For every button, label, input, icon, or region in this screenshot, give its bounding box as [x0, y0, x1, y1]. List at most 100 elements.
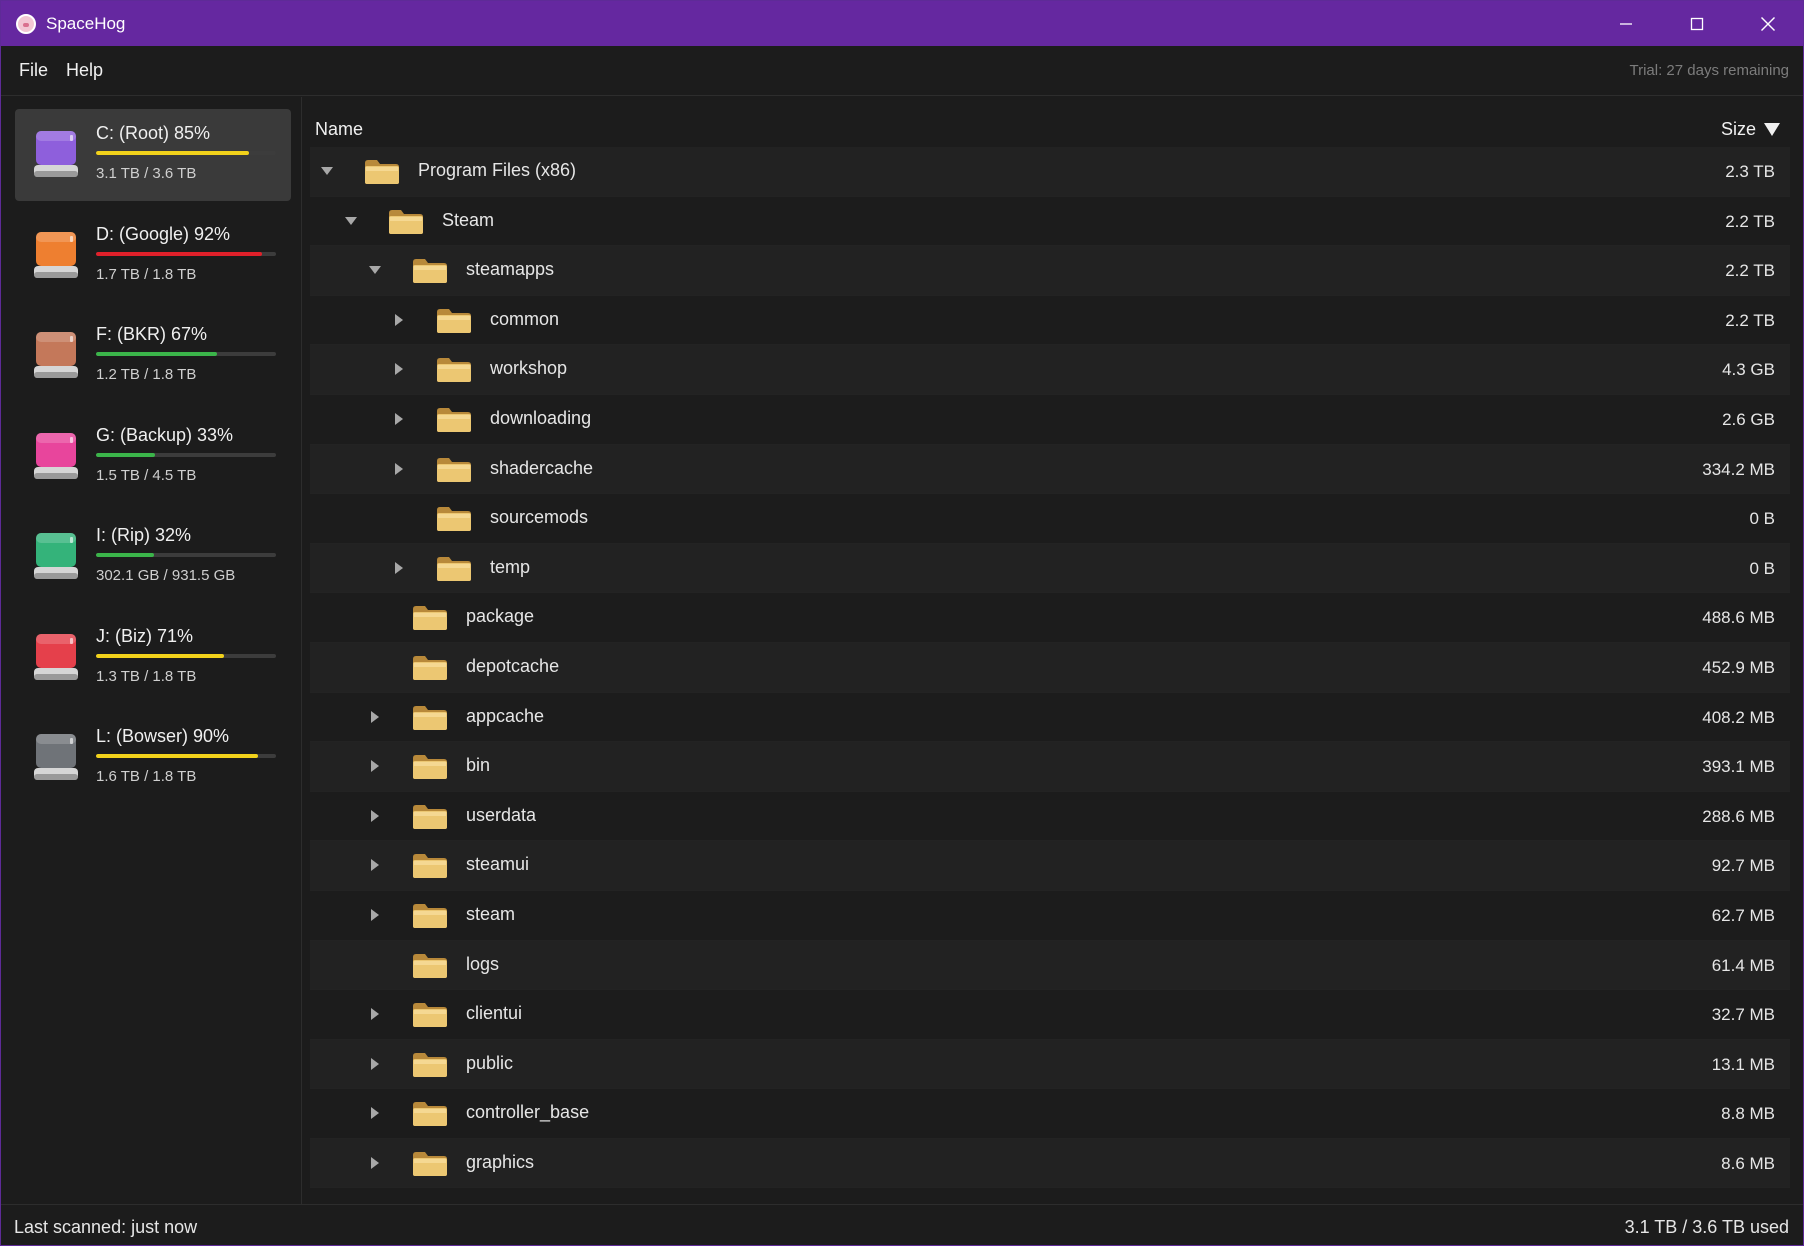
- drive-size: 302.1 GB / 931.5 GB: [96, 567, 236, 584]
- folder-name: common: [490, 308, 560, 329]
- drive-icon: [34, 332, 78, 378]
- expand-arrow-icon[interactable]: [368, 809, 382, 823]
- expand-arrow-icon[interactable]: [392, 362, 406, 376]
- folder-name: downloading: [490, 407, 592, 428]
- drive-usage-bar: [96, 151, 276, 155]
- tree-row[interactable]: sourcemods 0 B: [310, 494, 1790, 544]
- drive-usage-fill: [96, 251, 262, 256]
- minimize-button[interactable]: [1590, 1, 1661, 46]
- expand-arrow-icon[interactable]: [368, 1106, 382, 1120]
- folder-icon: [437, 556, 471, 581]
- tree-row[interactable]: steamapps 2.2 TB: [310, 246, 1790, 296]
- expand-arrow-icon[interactable]: [368, 710, 382, 724]
- tree-row[interactable]: steam 62.7 MB: [310, 891, 1790, 941]
- drive-list: C: (Root) 85% 3.1 TB / 3.6 TB D: (Google) …: [1, 97, 302, 1204]
- menu-file[interactable]: File: [17, 56, 50, 85]
- menu-help[interactable]: Help: [64, 56, 105, 85]
- folder-icon: [413, 705, 447, 730]
- drive-item[interactable]: F: (BKR) 67% 1.2 TB / 1.8 TB: [15, 310, 291, 402]
- expand-arrow-icon[interactable]: [368, 759, 382, 773]
- tree-row[interactable]: controller_base 8.8 MB: [310, 1089, 1790, 1139]
- drive-item[interactable]: I: (Rip) 32% 302.1 GB / 931.5 GB: [15, 511, 291, 603]
- close-button[interactable]: [1732, 1, 1803, 46]
- folder-icon: [413, 903, 447, 928]
- tree-row[interactable]: logs 61.4 MB: [310, 940, 1790, 991]
- folder-size: 2.6 GB: [1722, 409, 1775, 429]
- drive-item[interactable]: L: (Bowser) 90% 1.6 TB / 1.8 TB: [15, 712, 291, 804]
- drive-icon: [34, 231, 78, 278]
- folder-size: 8.8 MB: [1721, 1104, 1775, 1124]
- drive-item[interactable]: G: (Backup) 33% 1.5 TB / 4.5 TB: [15, 411, 291, 503]
- column-size-label: Size: [1720, 119, 1756, 139]
- collapse-arrow-icon[interactable]: [344, 214, 358, 228]
- tree-row[interactable]: package 488.6 MB: [310, 593, 1790, 643]
- tree-row[interactable]: depotcache 452.9 MB: [310, 642, 1790, 693]
- tree-row[interactable]: bin 393.1 MB: [310, 742, 1790, 792]
- drive-size: 1.6 TB / 1.8 TB: [96, 768, 197, 785]
- folder-name: shadercache: [490, 457, 594, 478]
- folder-icon: [413, 655, 447, 680]
- column-size-header[interactable]: Size: [1721, 119, 1780, 140]
- tree-row[interactable]: workshop 4.3 GB: [310, 345, 1790, 395]
- tree-row[interactable]: temp 0 B: [310, 543, 1790, 594]
- folder-name: temp: [490, 556, 531, 577]
- folder-size: 62.7 MB: [1711, 905, 1775, 925]
- tree-row[interactable]: shadercache 334.2 MB: [310, 444, 1790, 495]
- column-name-header[interactable]: Name: [315, 119, 363, 140]
- drive-usage-fill: [96, 754, 258, 758]
- folder-name: appcache: [466, 705, 545, 726]
- tree-row[interactable]: Steam 2.2 TB: [310, 197, 1790, 247]
- expand-arrow-icon[interactable]: [392, 462, 406, 476]
- close-icon: [1760, 16, 1775, 31]
- folder-icon: [413, 1052, 447, 1077]
- drive-item[interactable]: C: (Root) 85% 3.1 TB / 3.6 TB: [15, 109, 291, 201]
- folder-size: 288.6 MB: [1702, 806, 1775, 826]
- folder-size: 92.7 MB: [1711, 856, 1775, 876]
- tree-row[interactable]: steamui 92.7 MB: [310, 841, 1790, 891]
- app-window: SpaceHog File Help Trial: 27 days remain…: [0, 0, 1804, 1246]
- folder-icon: [437, 358, 471, 383]
- expand-arrow-icon[interactable]: [368, 908, 382, 922]
- last-scanned-text: Last scanned: just now: [14, 1217, 198, 1237]
- tree-row[interactable]: userdata 288.6 MB: [310, 792, 1790, 842]
- expand-arrow-icon[interactable]: [368, 1057, 382, 1071]
- tree-row[interactable]: Program Files (x86) 2.3 TB: [310, 147, 1790, 197]
- drive-size: 3.1 TB / 3.6 TB: [96, 165, 197, 182]
- collapse-arrow-icon[interactable]: [368, 263, 382, 277]
- folder-name: steamapps: [466, 259, 555, 280]
- drive-item[interactable]: D: (Google) 92% 1.7 TB / 1.8 TB: [15, 210, 291, 302]
- folder-icon: [413, 804, 447, 829]
- tree-row[interactable]: appcache 408.2 MB: [310, 693, 1790, 743]
- status-bar: Last scanned: just now 3.1 TB / 3.6 TB u…: [1, 1204, 1803, 1245]
- folder-size: 334.2 MB: [1702, 459, 1775, 479]
- title-bar[interactable]: SpaceHog: [1, 1, 1803, 46]
- expand-arrow-icon[interactable]: [368, 1156, 382, 1170]
- drive-item[interactable]: J: (Biz) 71% 1.3 TB / 1.8 TB: [15, 612, 291, 704]
- expand-arrow-icon[interactable]: [368, 1007, 382, 1021]
- trial-notice: Trial: 27 days remaining: [1629, 62, 1789, 79]
- expand-arrow-icon[interactable]: [392, 313, 406, 327]
- folder-size: 452.9 MB: [1702, 657, 1775, 677]
- tree-row[interactable]: graphics 8.6 MB: [310, 1138, 1790, 1189]
- folder-size: 393.1 MB: [1702, 757, 1775, 777]
- minimize-icon: [1619, 22, 1632, 25]
- folder-icon: [437, 308, 471, 333]
- tree-row[interactable]: public 13.1 MB: [310, 1039, 1790, 1090]
- collapse-arrow-icon[interactable]: [320, 164, 334, 178]
- folder-name: controller_base: [466, 1102, 590, 1123]
- folder-size: 8.6 MB: [1721, 1153, 1775, 1173]
- expand-arrow-icon[interactable]: [392, 412, 406, 426]
- tree-row[interactable]: common 2.2 TB: [310, 296, 1790, 346]
- expand-arrow-icon[interactable]: [368, 858, 382, 872]
- tree-row[interactable]: downloading 2.6 GB: [310, 395, 1790, 445]
- drive-usage-bar: [96, 553, 276, 557]
- app-logo-icon: [16, 13, 36, 34]
- folder-icon: [413, 1151, 447, 1176]
- expand-arrow-icon[interactable]: [392, 561, 406, 575]
- column-header: Name Size: [310, 97, 1790, 147]
- folder-icon: [437, 507, 471, 532]
- folder-icon: [437, 457, 471, 482]
- tree-row[interactable]: clientui 32.7 MB: [310, 990, 1790, 1040]
- folder-name: workshop: [490, 358, 568, 379]
- maximize-button[interactable]: [1661, 1, 1732, 46]
